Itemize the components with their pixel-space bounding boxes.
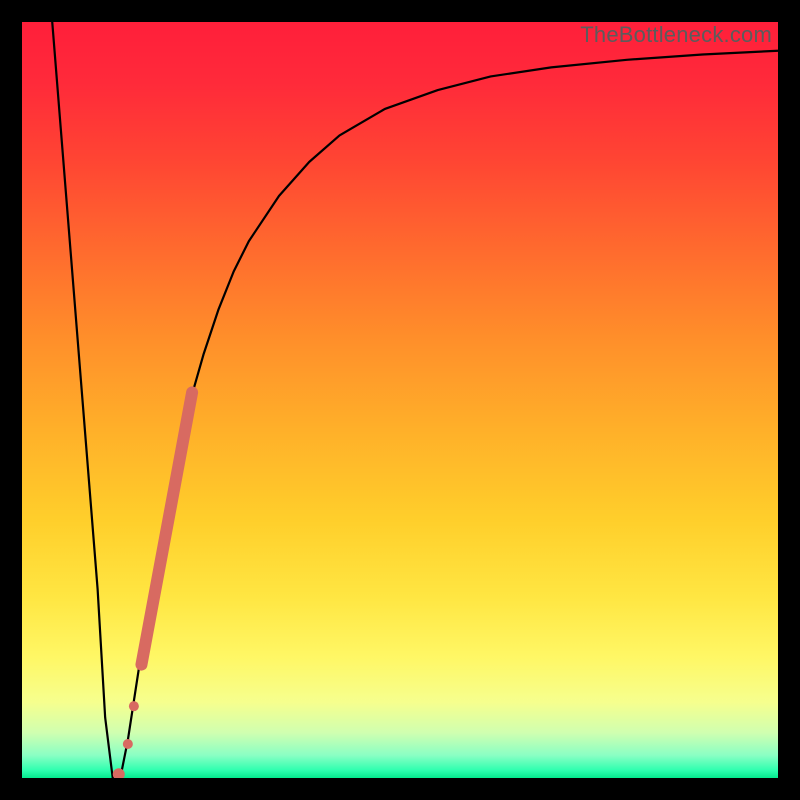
marker-dot-lower-1 (129, 701, 139, 711)
watermark-text: TheBottleneck.com (580, 22, 772, 48)
chart-frame: TheBottleneck.com (0, 0, 800, 800)
marker-layer (113, 392, 192, 778)
bottleneck-curve (52, 22, 778, 778)
marker-dot-lower-2 (123, 739, 133, 749)
marker-segment (141, 392, 192, 664)
curve-layer (52, 22, 778, 778)
chart-svg (22, 22, 778, 778)
plot-area: TheBottleneck.com (22, 22, 778, 778)
